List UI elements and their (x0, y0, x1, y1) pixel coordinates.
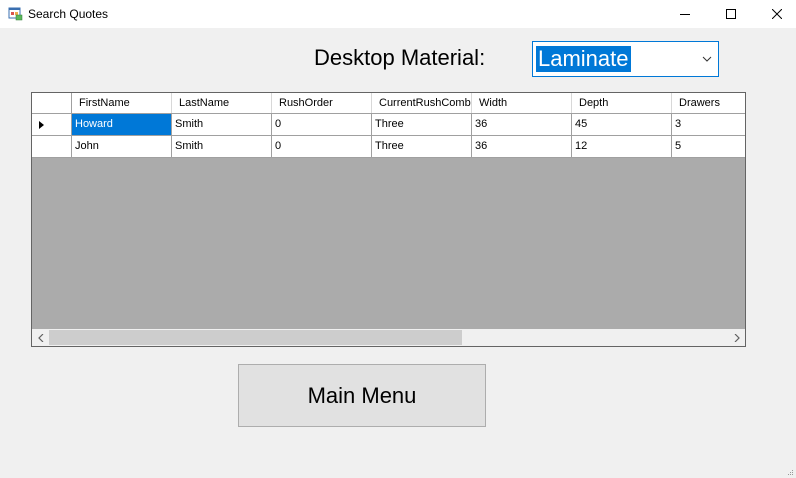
maximize-icon (726, 9, 736, 19)
quotes-grid[interactable]: FirstName LastName RushOrder CurrentRush… (31, 92, 746, 347)
grid-cell[interactable]: Smith (172, 136, 272, 158)
chevron-right-icon (734, 333, 740, 342)
row-header[interactable] (32, 136, 72, 158)
grid-cell[interactable]: Three (372, 114, 472, 136)
grid-cell[interactable]: Three (372, 136, 472, 158)
row-header[interactable] (32, 114, 72, 136)
grid-cell[interactable]: 36 (472, 114, 572, 136)
desktop-material-dropdown[interactable]: Laminate (532, 41, 719, 77)
desktop-material-label: Desktop Material: (314, 45, 486, 70)
title-bar: Search Quotes (0, 0, 796, 28)
grid-cell[interactable]: 12 (572, 136, 672, 158)
resize-grip-icon[interactable] (786, 468, 794, 476)
maximize-button[interactable] (708, 0, 754, 28)
scroll-right-button[interactable] (728, 329, 745, 346)
grid-header: FirstName LastName RushOrder CurrentRush… (32, 93, 745, 114)
close-button[interactable] (754, 0, 796, 28)
column-header-currentrushcombo[interactable]: CurrentRushCombo (372, 93, 472, 113)
minimize-icon (680, 14, 690, 15)
horizontal-scrollbar[interactable] (32, 329, 745, 346)
column-header-lastname[interactable]: LastName (172, 93, 272, 113)
grid-corner-header[interactable] (32, 93, 72, 113)
grid-cell[interactable]: 5 (672, 136, 745, 158)
column-header-depth[interactable]: Depth (572, 93, 672, 113)
grid-cell[interactable]: John (72, 136, 172, 158)
grid-cell[interactable]: Smith (172, 114, 272, 136)
grid-cell[interactable]: 0 (272, 136, 372, 158)
chevron-left-icon (37, 333, 43, 342)
chevron-down-icon (702, 56, 712, 62)
form-window-icon (8, 6, 24, 22)
grid-cell[interactable]: 3 (672, 114, 745, 136)
grid-cell[interactable]: 0 (272, 114, 372, 136)
minimize-button[interactable] (662, 0, 708, 28)
window-title: Search Quotes (28, 7, 109, 21)
row-pointer-icon (39, 121, 44, 129)
column-header-width[interactable]: Width (472, 93, 572, 113)
column-header-firstname[interactable]: FirstName (72, 93, 172, 113)
grid-cell[interactable]: 45 (572, 114, 672, 136)
column-header-rushorder[interactable]: RushOrder (272, 93, 372, 113)
grid-cell[interactable]: 36 (472, 136, 572, 158)
main-menu-button[interactable]: Main Menu (238, 364, 486, 427)
scroll-left-button[interactable] (32, 329, 49, 346)
grid-cell[interactable]: Howard (72, 114, 172, 136)
desktop-material-selected-value: Laminate (536, 46, 631, 72)
close-icon (772, 9, 782, 19)
scrollbar-thumb[interactable] (49, 330, 462, 345)
column-header-drawers[interactable]: Drawers (672, 93, 745, 113)
